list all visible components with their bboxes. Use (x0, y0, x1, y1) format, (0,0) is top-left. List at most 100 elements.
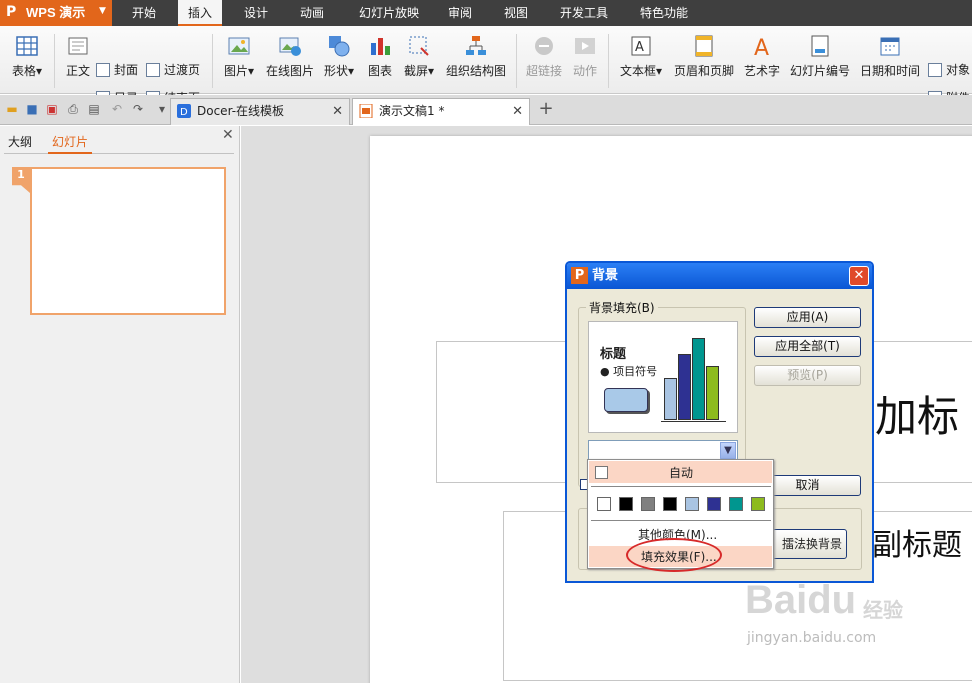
shapes-icon (329, 36, 350, 57)
pane-tab-divider (4, 153, 234, 154)
close-icon[interactable]: ✕ (849, 266, 869, 286)
preview-bar (678, 354, 691, 420)
new-tab-button[interactable]: + (536, 99, 556, 119)
more-tools-icon[interactable]: ▾ (155, 102, 169, 116)
picture-label: 图片▾ (223, 64, 255, 78)
object-icon (928, 63, 942, 77)
print-preview-icon[interactable]: ▤ (87, 102, 101, 116)
auto-color-option[interactable]: 自动 (589, 461, 772, 483)
slide-number-icon (811, 35, 829, 57)
body-label: 正文 (65, 64, 90, 78)
date-time-button[interactable]: 日期和时间 (858, 30, 922, 90)
color-swatch[interactable] (663, 497, 677, 511)
subtitle-placeholder-text: 副标题 (872, 528, 962, 563)
color-swatch[interactable] (729, 497, 743, 511)
redo-icon[interactable]: ↷ (131, 102, 145, 116)
object-button[interactable]: 对象 (928, 60, 970, 80)
tab-design[interactable]: 设计 (232, 0, 280, 26)
undo-icon[interactable]: ↶ (110, 102, 124, 116)
baidu-jingyan-watermark: Baidu 经验 jingyan.baidu.com (745, 578, 925, 658)
wps-logo-icon: P (6, 4, 17, 20)
pdf-icon[interactable]: ▣ (45, 102, 59, 116)
auto-color-swatch (595, 466, 608, 479)
tab-label: 演示文稿1 * (379, 104, 445, 118)
body-button[interactable]: 正文 (62, 30, 94, 90)
tab-home[interactable]: 开始 (118, 0, 170, 26)
close-icon[interactable]: ✕ (332, 99, 343, 124)
ribbon-separator (212, 34, 213, 88)
color-swatch[interactable] (707, 497, 721, 511)
menu-bar: P WPS 演示 ▼ 开始 插入 设计 动画 幻灯片放映 审阅 视图 开发工具 … (0, 0, 972, 26)
table-label: 表格▾ (11, 64, 43, 78)
wordart-button[interactable]: A 艺术字 (742, 30, 782, 90)
dropdown-divider (591, 486, 771, 487)
preview-shape (604, 388, 648, 412)
table-button[interactable]: 表格▾ (6, 30, 48, 90)
slide-thumbnail[interactable] (30, 167, 226, 315)
tab-slides[interactable]: 幻灯片 (52, 132, 88, 152)
action-label: 动作 (572, 64, 597, 78)
preview-button[interactable]: 预览(P) (754, 365, 861, 386)
app-name: WPS 演示 (26, 5, 86, 20)
preview-title: 标题 (600, 347, 627, 362)
preview-axis (661, 421, 726, 422)
tab-review[interactable]: 审阅 (440, 0, 480, 26)
tab-slideshow[interactable]: 幻灯片放映 (350, 0, 428, 26)
save-icon[interactable]: ■ (25, 102, 39, 116)
color-swatch[interactable] (597, 497, 611, 511)
preview-bar (664, 378, 677, 420)
action-button[interactable]: 动作 (568, 30, 602, 90)
fill-color-select[interactable]: ▼ (588, 440, 738, 461)
header-footer-label: 页眉和页脚 (673, 64, 734, 78)
org-chart-icon (466, 36, 486, 55)
close-icon[interactable]: ✕ (222, 127, 234, 143)
color-swatch[interactable] (685, 497, 699, 511)
header-footer-button[interactable]: 页眉和页脚 (672, 30, 736, 90)
dialog-title-bar[interactable]: P 背景 ✕ (567, 263, 872, 289)
ribbon-separator (54, 34, 55, 88)
slide-number-label: 幻灯片编号 (789, 64, 850, 78)
chart-button[interactable]: 图表 (366, 30, 394, 90)
print-icon[interactable]: ⎙ (66, 102, 80, 116)
slide-number-badge: 1 (12, 167, 30, 193)
tab-insert[interactable]: 插入 (178, 0, 222, 26)
hyperlink-button[interactable]: 超链接 (524, 30, 564, 90)
shapes-button[interactable]: 形状▾ (322, 30, 356, 90)
color-swatch[interactable] (751, 497, 765, 511)
tab-docer-templates[interactable]: D Docer-在线模板 ✕ (170, 98, 350, 125)
tab-animation[interactable]: 动画 (288, 0, 336, 26)
tab-features[interactable]: 特色功能 (632, 0, 696, 26)
online-picture-icon (279, 37, 301, 56)
color-swatch[interactable] (641, 497, 655, 511)
close-icon[interactable]: ✕ (512, 99, 523, 124)
textbox-button[interactable]: A 文本框▾ (616, 30, 666, 90)
background-fill-label: 背景填充(B) (586, 299, 658, 316)
open-folder-icon[interactable]: ▬ (5, 102, 19, 116)
watermark-logo: Baidu (745, 578, 857, 622)
chart-icon (371, 38, 390, 55)
screenshot-button[interactable]: 截屏▾ (400, 30, 438, 90)
color-swatch[interactable] (619, 497, 633, 511)
dialog-title: 背景 (592, 268, 619, 283)
textbox-icon: A (631, 36, 651, 56)
slide-number-button[interactable]: 幻灯片编号 (788, 30, 852, 90)
screenshot-icon (409, 36, 429, 56)
cover-button[interactable]: 封面 (96, 60, 138, 80)
tab-outline[interactable]: 大纲 (8, 132, 32, 152)
presentation-file-icon (359, 104, 373, 118)
app-menu-button[interactable]: P WPS 演示 ▼ (0, 0, 112, 26)
chevron-down-icon[interactable]: ▼ (720, 442, 736, 459)
picture-button[interactable]: 图片▾ (220, 30, 258, 90)
svg-text:A: A (754, 36, 769, 58)
dropdown-divider (591, 520, 771, 521)
apply-all-button[interactable]: 应用全部(T) (754, 336, 861, 357)
tab-developer[interactable]: 开发工具 (552, 0, 616, 26)
apply-button[interactable]: 应用(A) (754, 307, 861, 328)
tab-presentation[interactable]: 演示文稿1 * ✕ (352, 98, 530, 125)
transition-page-button[interactable]: 过渡页 (146, 60, 200, 80)
tab-view[interactable]: 视图 (496, 0, 536, 26)
org-chart-button[interactable]: 组织结构图 (444, 30, 508, 90)
body-slide-icon (68, 37, 88, 55)
online-picture-button[interactable]: 在线图片 (264, 30, 316, 90)
change-background-button[interactable]: 擂法换背景 (772, 529, 847, 559)
